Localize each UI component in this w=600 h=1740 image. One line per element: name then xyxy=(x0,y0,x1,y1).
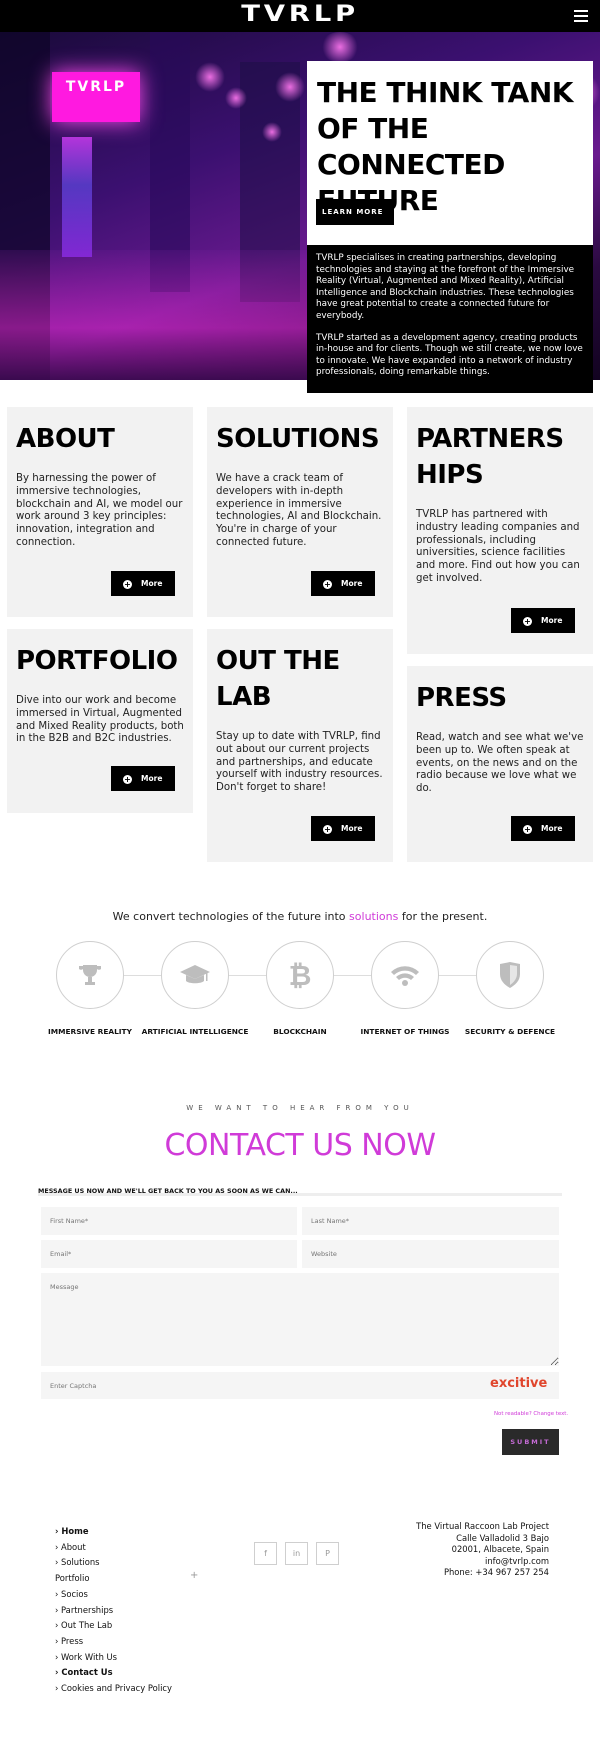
partnerships-card: PARTNERSHIPS TVRLP has partnered with in… xyxy=(407,407,593,654)
card-text: By harnessing the power of immersive tec… xyxy=(16,473,183,548)
card-title: ABOUT xyxy=(16,424,115,454)
tech-artificial-intelligence[interactable]: ARTIFICIAL INTELLIGENCE xyxy=(135,941,255,1036)
captcha-image: excitive xyxy=(490,1376,548,1391)
site-logo[interactable]: TVRLP xyxy=(0,2,600,27)
hero-paragraph: TVRLP started as a development agency, c… xyxy=(316,332,583,378)
card-text: TVRLP has partnered with industry leadin… xyxy=(416,509,580,584)
plus-icon: + xyxy=(323,824,332,834)
captcha-field[interactable] xyxy=(41,1372,559,1399)
partnerships-more-button[interactable]: + More xyxy=(511,608,575,633)
press-card: PRESS Read, watch and see what we've bee… xyxy=(407,666,593,862)
contact-kicker: WE WANT TO HEAR FROM YOU xyxy=(186,1104,414,1112)
footer-link-solutions[interactable]: › Solutions xyxy=(55,1555,215,1571)
bitcoin-icon: ₿ xyxy=(266,941,334,1009)
card-title: PORTFOLIO xyxy=(16,646,178,676)
footer-link-socios[interactable]: › Socios xyxy=(55,1587,215,1603)
card-text: Read, watch and see what we've been up t… xyxy=(416,732,584,795)
card-title: PARTNERSHIPS xyxy=(416,424,564,490)
pinterest-icon[interactable]: P xyxy=(316,1542,339,1565)
tech-internet-of-things[interactable]: INTERNET OF THINGS xyxy=(345,941,465,1036)
phone-number: Phone: +34 967 257 254 xyxy=(443,1567,549,1577)
hero-title-panel: THE THINK TANK OF THE CONNECTED FUTURE L… xyxy=(307,61,593,245)
plus-icon: + xyxy=(523,616,532,626)
hero-title: THE THINK TANK OF THE CONNECTED FUTURE xyxy=(317,76,573,217)
solutions-link[interactable]: solutions xyxy=(349,910,398,923)
plus-icon: + xyxy=(523,824,532,834)
footer-link-home[interactable]: › Home xyxy=(55,1524,215,1540)
footer-address: The Virtual Raccoon Lab Project Calle Va… xyxy=(416,1521,549,1579)
hamburger-icon[interactable] xyxy=(574,10,588,22)
trophy-icon xyxy=(56,941,124,1009)
card-title: PRESS xyxy=(416,683,507,713)
tech-immersive-reality[interactable]: IMMERSIVE REALITY xyxy=(30,941,150,1036)
tech-blockchain[interactable]: ₿ BLOCKCHAIN xyxy=(240,941,360,1036)
submit-button[interactable]: SUBMIT xyxy=(502,1429,559,1455)
wifi-icon xyxy=(371,941,439,1009)
footer-navigation: › Home › About › Solutions Portfolio › S… xyxy=(55,1524,215,1697)
email-field[interactable] xyxy=(41,1240,297,1268)
shield-icon xyxy=(476,941,544,1009)
footer-link-cookies[interactable]: › Cookies and Privacy Policy xyxy=(55,1681,215,1697)
neon-sign-image: TVRLP xyxy=(52,72,140,122)
footer-link-work-with-us[interactable]: › Work With Us xyxy=(55,1650,215,1666)
footer-link-out-the-lab[interactable]: › Out The Lab xyxy=(55,1618,215,1634)
technologies-intro: We convert technologies of the future in… xyxy=(112,910,488,923)
form-divider xyxy=(38,1193,562,1196)
hero-description-panel: TVRLP specialises in creating partnershi… xyxy=(307,245,593,393)
press-more-button[interactable]: + More xyxy=(511,816,575,841)
out-the-lab-more-button[interactable]: + More xyxy=(311,816,375,841)
solutions-card: SOLUTIONS We have a crack team of develo… xyxy=(207,407,393,617)
card-text: Stay up to date with TVRLP, find out abo… xyxy=(216,731,383,794)
hero-paragraph: TVRLP specialises in creating partnershi… xyxy=(316,253,575,321)
first-name-field[interactable] xyxy=(41,1207,297,1235)
footer-link-about[interactable]: › About xyxy=(55,1540,215,1556)
email-link[interactable]: info@tvrlp.com xyxy=(416,1556,549,1568)
street-address: Calle Valladolid 3 Bajo xyxy=(456,1532,549,1543)
out-the-lab-card: OUT THE LAB Stay up to date with TVRLP, … xyxy=(207,629,393,862)
facebook-icon[interactable]: f xyxy=(254,1542,277,1565)
about-card: ABOUT By harnessing the power of immersi… xyxy=(7,407,193,617)
card-text: We have a crack team of developers with … xyxy=(216,473,382,548)
portfolio-card: PORTFOLIO Dive into our work and become … xyxy=(7,629,193,813)
last-name-field[interactable] xyxy=(302,1207,559,1235)
linkedin-icon[interactable]: in xyxy=(285,1542,308,1565)
about-more-button[interactable]: + More xyxy=(111,571,175,596)
footer-link-partnerships[interactable]: › Partnerships xyxy=(55,1603,215,1619)
learn-more-button[interactable]: LEARN MORE xyxy=(316,199,394,225)
plus-icon: + xyxy=(123,579,132,589)
plus-icon: + xyxy=(323,579,332,589)
solutions-more-button[interactable]: + More xyxy=(311,571,375,596)
message-field[interactable] xyxy=(41,1273,559,1366)
card-title: SOLUTIONS xyxy=(216,424,380,454)
portfolio-expand-icon[interactable]: + xyxy=(190,1570,198,1581)
card-text: Dive into our work and become immersed i… xyxy=(16,695,184,745)
portfolio-more-button[interactable]: + More xyxy=(111,766,175,791)
footer-link-press[interactable]: › Press xyxy=(55,1634,215,1650)
company-name: The Virtual Raccoon Lab Project xyxy=(416,1521,549,1531)
city-address: 02001, Albacete, Spain xyxy=(451,1544,549,1554)
graduation-cap-icon xyxy=(161,941,229,1009)
card-title: OUT THE LAB xyxy=(216,646,340,712)
plus-icon: + xyxy=(123,774,132,784)
tech-security-defence[interactable]: SECURITY & DEFENCE xyxy=(450,941,570,1036)
footer-link-contact-us[interactable]: › Contact Us xyxy=(55,1665,215,1681)
top-navigation-bar: TVRLP xyxy=(0,0,600,32)
change-captcha-link[interactable]: Not readable? Change text. xyxy=(494,1411,568,1417)
website-field[interactable] xyxy=(302,1240,559,1268)
contact-title: CONTACT US NOW xyxy=(164,1128,436,1163)
